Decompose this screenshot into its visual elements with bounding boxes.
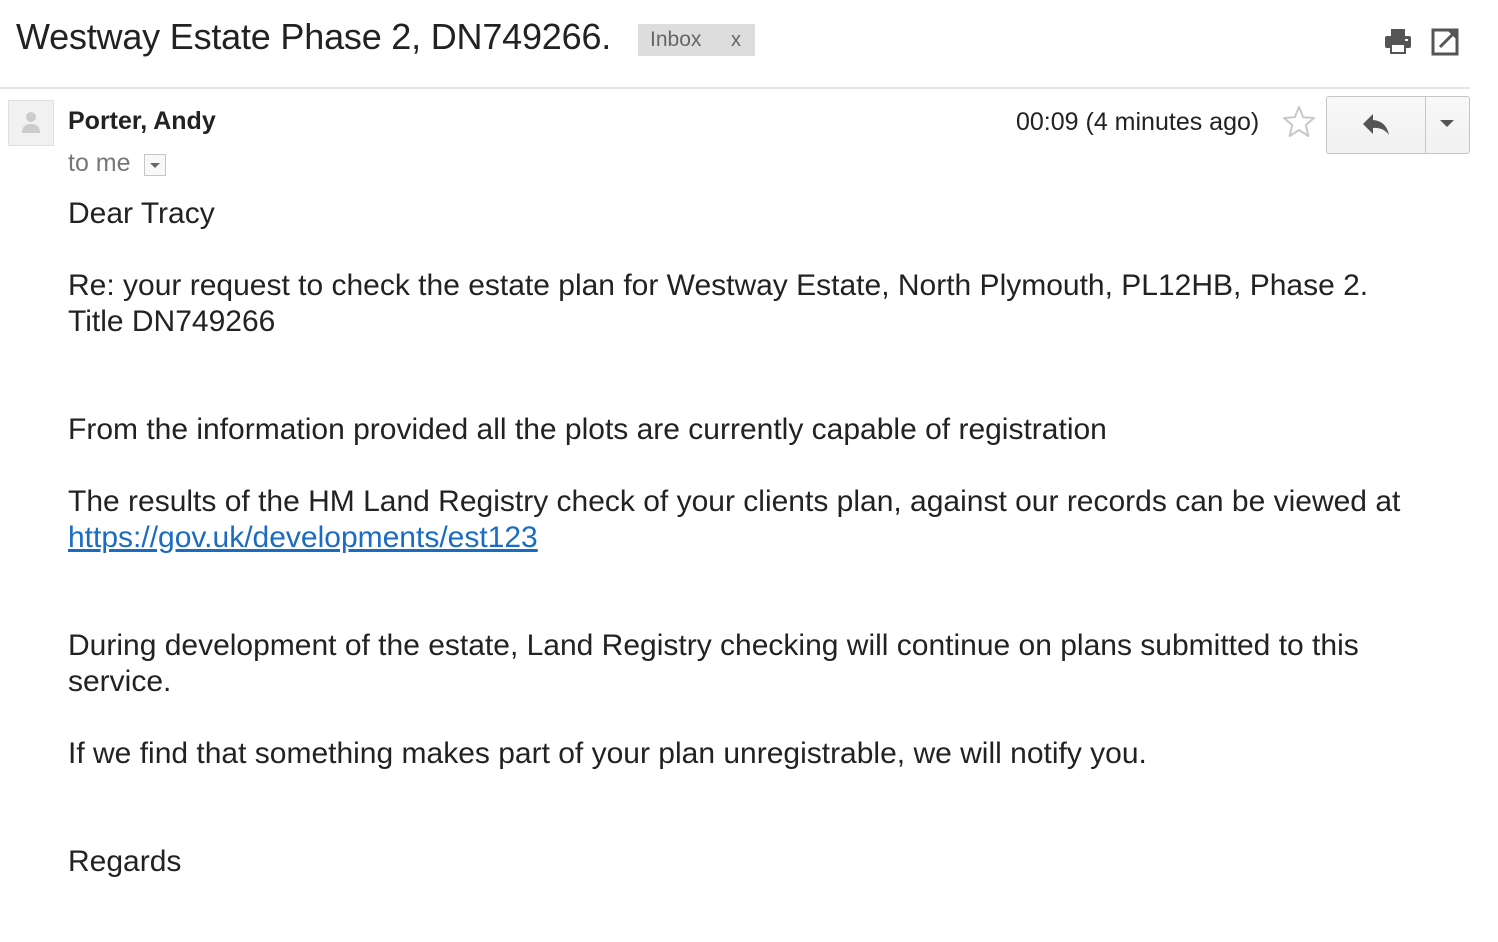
show-details-dropdown[interactable] xyxy=(144,154,166,176)
results-text: The results of the HM Land Registry chec… xyxy=(68,485,1409,518)
sender-avatar xyxy=(8,100,54,146)
email-view: Westway Estate Phase 2, DN749266. Inbox … xyxy=(0,0,1498,942)
remove-label-button[interactable]: x xyxy=(731,24,741,56)
message-timestamp: 00:09 (4 minutes ago) xyxy=(1016,108,1260,136)
reply-icon xyxy=(1363,114,1389,135)
development-paragraph: During development of the estate, Land R… xyxy=(68,629,1368,698)
info-paragraph: From the information provided all the pl… xyxy=(68,413,1107,446)
print-icon[interactable] xyxy=(1383,26,1413,56)
popout-icon[interactable] xyxy=(1431,26,1461,56)
results-paragraph: The results of the HM Land Registry chec… xyxy=(68,484,1428,556)
star-icon[interactable] xyxy=(1281,104,1317,140)
email-subject: Westway Estate Phase 2, DN749266. xyxy=(16,16,612,57)
reply-button-group xyxy=(1326,96,1470,154)
subject-bar: Westway Estate Phase 2, DN749266. Inbox … xyxy=(0,0,1470,89)
reply-button[interactable] xyxy=(1327,97,1426,153)
sender-name[interactable]: Porter, Andy xyxy=(68,107,216,136)
inbox-label[interactable]: Inbox x xyxy=(638,24,755,56)
more-actions-button[interactable] xyxy=(1426,97,1469,153)
inbox-label-text: Inbox xyxy=(650,28,702,51)
results-link[interactable]: https://gov.uk/developments/est123 xyxy=(68,521,538,554)
sign-off: Regards xyxy=(68,845,182,878)
re-line: Re: your request to check the estate pla… xyxy=(68,269,1385,338)
notify-paragraph: If we find that something makes part of … xyxy=(68,737,1147,770)
recipient-text: to me xyxy=(68,149,131,177)
person-icon xyxy=(22,112,40,133)
greeting: Dear Tracy xyxy=(68,197,215,230)
